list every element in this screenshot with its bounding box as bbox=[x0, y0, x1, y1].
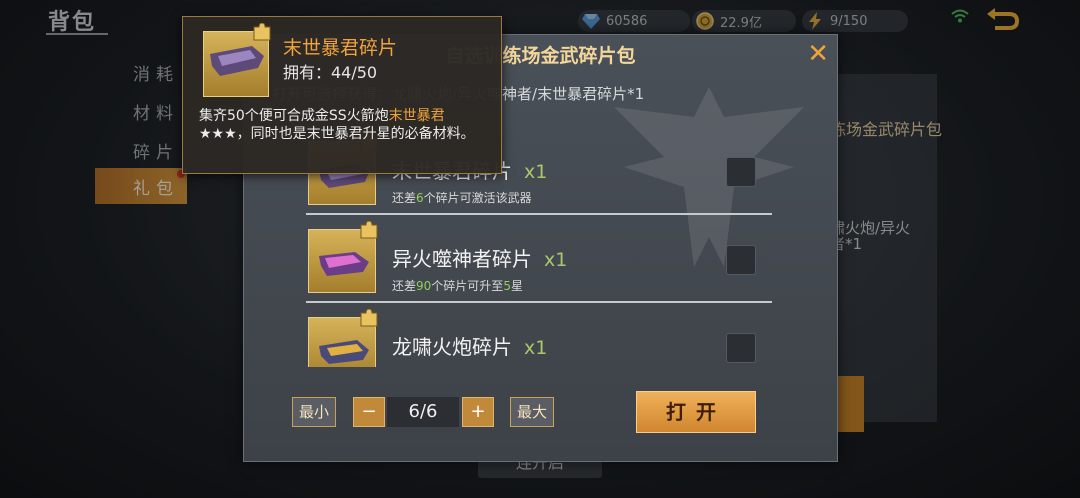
status-prefix: 还差 bbox=[392, 191, 417, 205]
fire-cannon-icon bbox=[319, 252, 369, 276]
puzzle-piece-icon bbox=[360, 309, 378, 327]
tooltip-desc-suffix: ★★★，同时也是末世暴君升星的必备材料。 bbox=[199, 126, 475, 142]
puzzle-piece-icon bbox=[360, 221, 378, 239]
open-button[interactable]: 打开 bbox=[636, 391, 756, 433]
status-number: 90 bbox=[416, 279, 432, 293]
tooltip-desc-prefix: 集齐50个便可合成金SS火箭炮 bbox=[199, 108, 389, 124]
dragon-cannon-icon bbox=[319, 340, 369, 364]
row-divider bbox=[306, 213, 772, 215]
row-divider bbox=[306, 301, 772, 303]
tooltip-desc-highlight: 末世暴君 bbox=[388, 108, 445, 124]
status-star-number: 5 bbox=[503, 279, 511, 293]
list-item[interactable]: 异火噬神者碎片 x1 还差90个碎片可升至5星 bbox=[306, 221, 774, 311]
min-button[interactable]: 最小 bbox=[292, 397, 336, 427]
fragment-status: 还差6个碎片可激活该武器 bbox=[392, 189, 532, 206]
fragment-name-text: 龙啸火炮碎片 bbox=[392, 335, 512, 359]
tooltip-item-name: 末世暴君碎片 bbox=[283, 37, 398, 59]
plus-button[interactable]: + bbox=[462, 397, 494, 427]
select-checkbox[interactable] bbox=[726, 245, 756, 275]
status-number: 6 bbox=[416, 191, 424, 205]
fragment-qty: x1 bbox=[524, 161, 548, 183]
select-checkbox[interactable] bbox=[726, 157, 756, 187]
fragment-qty: x1 bbox=[544, 249, 568, 271]
fragment-qty: x1 bbox=[524, 337, 548, 359]
puzzle-piece-icon bbox=[253, 23, 271, 41]
status-suffix: 个碎片可激活该武器 bbox=[423, 191, 532, 205]
item-tooltip: 末世暴君碎片 拥有：44/50 集齐50个便可合成金SS火箭炮末世暴君 ★★★，同… bbox=[182, 16, 502, 174]
list-item[interactable]: 龙啸火炮碎片 x1 bbox=[306, 309, 774, 367]
quantity-value[interactable]: 6/6 bbox=[387, 397, 459, 427]
tooltip-description: 集齐50个便可合成金SS火箭炮末世暴君 ★★★，同时也是末世暴君升星的必备材料。 bbox=[199, 107, 491, 143]
minus-button[interactable]: − bbox=[353, 397, 385, 427]
tooltip-owned-count: 拥有：44/50 bbox=[283, 63, 378, 82]
status-prefix: 还差 bbox=[392, 279, 417, 293]
select-checkbox[interactable] bbox=[726, 333, 756, 363]
fragment-name: 龙啸火炮碎片 x1 bbox=[392, 331, 547, 360]
close-button[interactable]: ✕ bbox=[807, 39, 829, 69]
fragment-name: 异火噬神者碎片 x1 bbox=[392, 243, 567, 272]
rocket-launcher-icon bbox=[210, 46, 264, 76]
fragment-status: 还差90个碎片可升至5星 bbox=[392, 277, 523, 294]
close-icon: ✕ bbox=[807, 39, 829, 69]
status-star-suffix: 星 bbox=[510, 279, 523, 293]
fragment-name-text: 异火噬神者碎片 bbox=[392, 247, 532, 271]
status-suffix: 个碎片可升至 bbox=[431, 279, 504, 293]
max-button[interactable]: 最大 bbox=[510, 397, 554, 427]
